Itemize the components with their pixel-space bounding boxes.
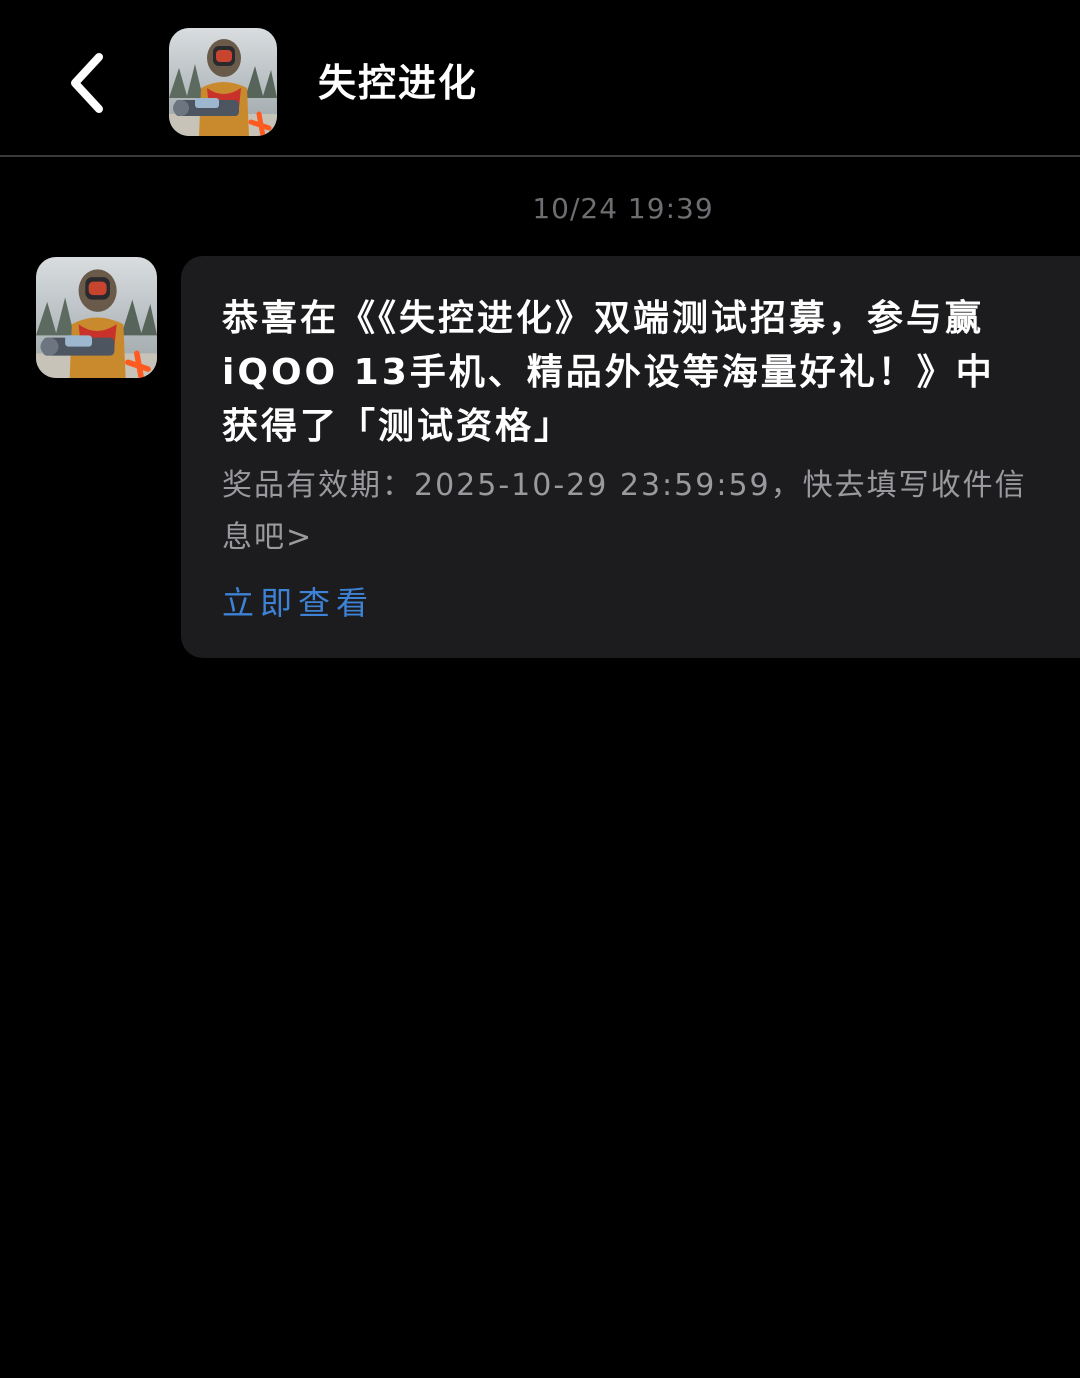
game-character-avatar-image: [36, 257, 157, 378]
sender-avatar[interactable]: [36, 257, 157, 378]
message-body[interactable]: 奖品有效期：2025-10-29 23:59:59，快去填写收件信息吧>: [222, 460, 1032, 564]
app-avatar[interactable]: [169, 28, 277, 136]
game-character-avatar-image: [169, 28, 277, 136]
back-button[interactable]: [52, 40, 122, 126]
message-timestamp: 10/24 19:39: [532, 192, 714, 225]
header-bar: 失控进化: [0, 0, 1080, 155]
view-now-link[interactable]: 立即查看: [222, 580, 374, 626]
message-title: 恭喜在《《失控进化》双端测试招募，参与赢iQOO 13手机、精品外设等海量好礼！…: [222, 298, 995, 447]
header-divider: [0, 155, 1080, 157]
page-title: 失控进化: [318, 61, 479, 105]
chevron-left-icon: [71, 53, 103, 113]
